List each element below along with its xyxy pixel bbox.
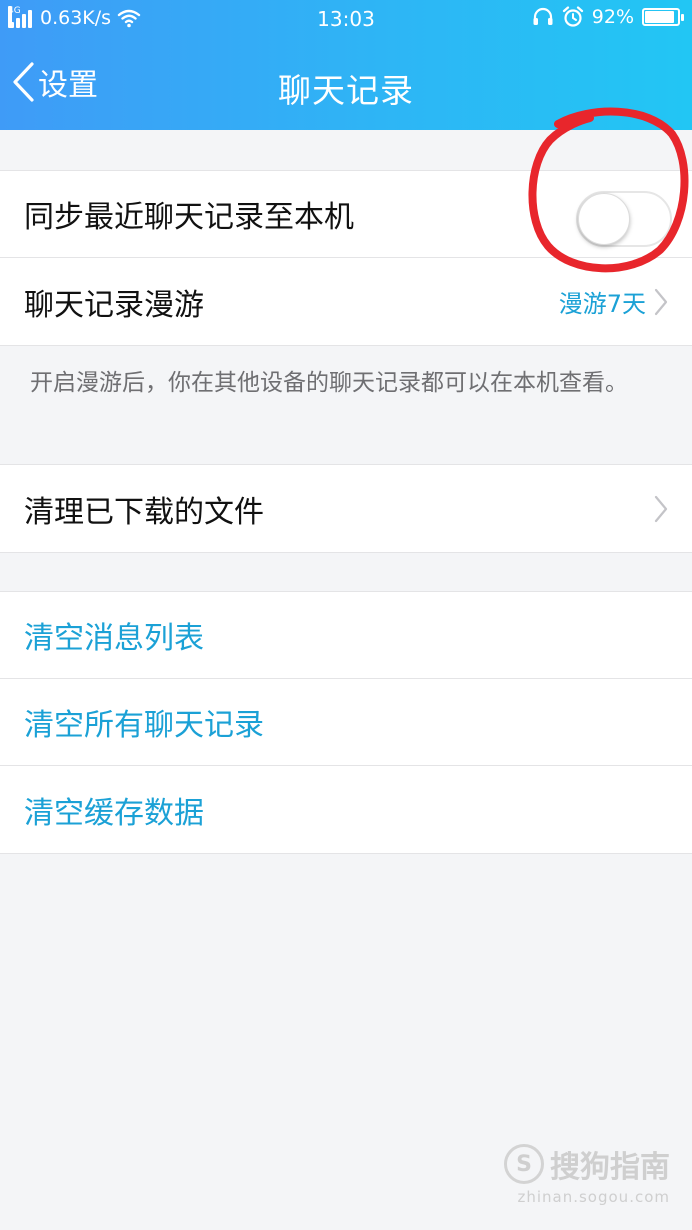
clear-message-list-row[interactable]: 清空消息列表 — [0, 592, 692, 679]
chat-history-settings-screen: 4G 0.63K/s 13:03 92% 设置 聊天记录 同步最近聊天记录至本机… — [0, 0, 692, 1230]
clear-cache-row[interactable]: 清空缓存数据 — [0, 766, 692, 853]
clear-actions-group: 清空消息列表 清空所有聊天记录 清空缓存数据 — [0, 591, 692, 854]
status-bar: 4G 0.63K/s 13:03 92% — [0, 0, 692, 38]
sync-settings-group: 同步最近聊天记录至本机 聊天记录漫游 漫游7天 — [0, 170, 692, 346]
roaming-value: 漫游7天 — [558, 290, 646, 318]
title-bar: 设置 聊天记录 — [0, 38, 692, 130]
battery-fill — [645, 11, 674, 23]
watermark-brand: 搜狗指南 — [550, 1150, 670, 1185]
clean-downloads-label: 清理已下载的文件 — [24, 494, 264, 530]
sogou-watermark: S 搜狗指南 zhinan.sogou.com — [504, 1142, 670, 1206]
roaming-row[interactable]: 聊天记录漫游 漫游7天 — [0, 258, 692, 345]
alarm-clock-icon — [562, 6, 583, 27]
clear-cache-button: 清空缓存数据 — [24, 795, 204, 831]
chevron-right-icon — [654, 288, 668, 315]
battery-icon — [642, 8, 684, 26]
sogou-logo-icon: S — [504, 1144, 544, 1184]
clear-all-chats-button: 清空所有聊天记录 — [24, 708, 264, 743]
clean-downloads-right — [654, 465, 668, 552]
status-right: 92% — [532, 6, 684, 28]
sync-label: 同步最近聊天记录至本机 — [24, 200, 354, 235]
roaming-label: 聊天记录漫游 — [24, 287, 204, 323]
header: 4G 0.63K/s 13:03 92% 设置 聊天记录 — [0, 0, 692, 130]
watermark-url: zhinan.sogou.com — [517, 1188, 670, 1206]
page-title: 聊天记录 — [278, 71, 414, 110]
clear-all-chats-row[interactable]: 清空所有聊天记录 — [0, 679, 692, 766]
sync-row[interactable]: 同步最近聊天记录至本机 — [0, 171, 692, 258]
clear-message-list-button: 清空消息列表 — [24, 621, 204, 656]
files-group: 清理已下载的文件 — [0, 464, 692, 553]
headset-icon — [533, 7, 553, 25]
toggle-knob — [578, 193, 630, 245]
roaming-note: 开启漫游后，你在其他设备的聊天记录都可以在本机查看。 — [30, 370, 628, 396]
watermark-brand-row: S 搜狗指南 — [504, 1142, 670, 1186]
chevron-right-icon — [654, 495, 668, 522]
clean-downloads-row[interactable]: 清理已下载的文件 — [0, 465, 692, 552]
sync-toggle[interactable] — [576, 191, 672, 247]
battery-percent: 92% — [591, 6, 634, 28]
roaming-right: 漫游7天 — [559, 258, 668, 345]
